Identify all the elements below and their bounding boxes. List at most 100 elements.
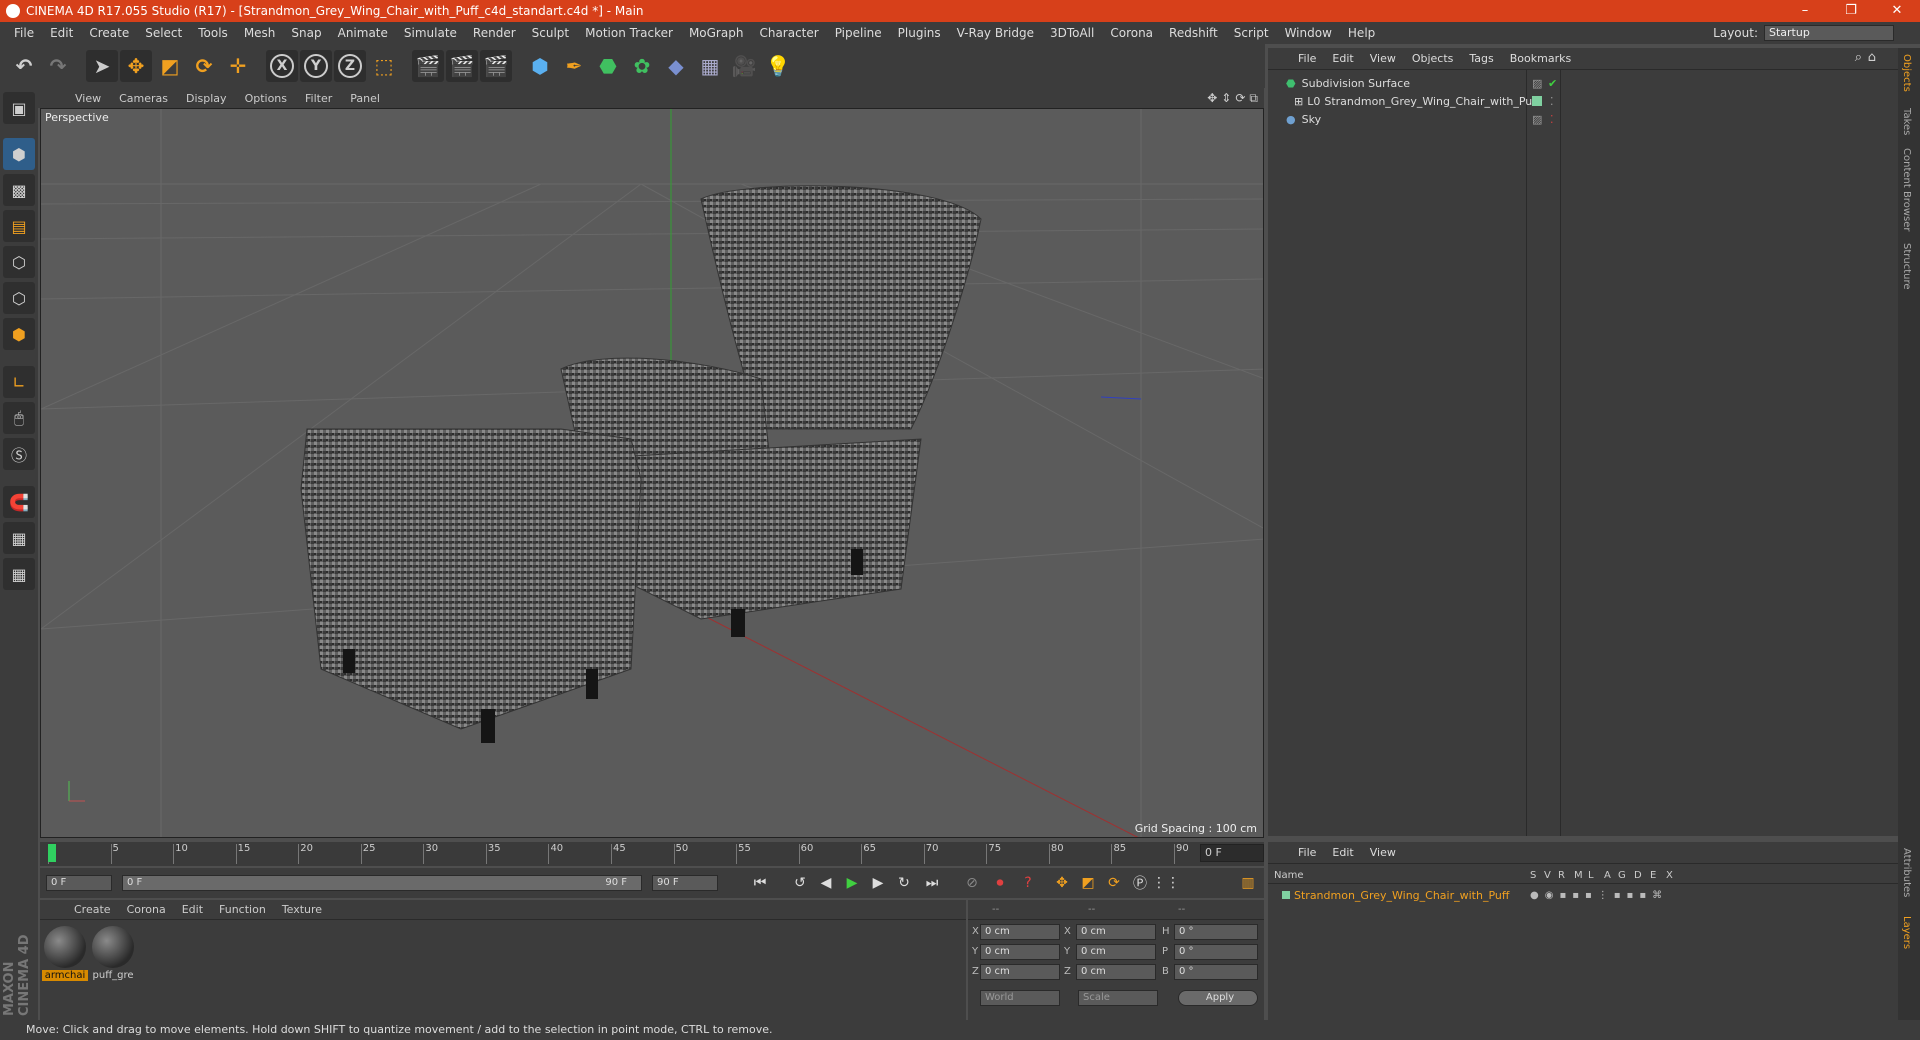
mat-menu-texture[interactable]: Texture: [274, 903, 330, 916]
object-row-subdivision[interactable]: ⬣ Subdivision Surface ▨ ✔: [1272, 74, 1892, 92]
layer-menu-view[interactable]: View: [1362, 846, 1404, 859]
coord-mode-select[interactable]: Scale: [1078, 990, 1158, 1006]
layer-menu-edit[interactable]: Edit: [1324, 846, 1361, 859]
start-frame-field[interactable]: 0 F: [46, 875, 112, 891]
select-tool-icon[interactable]: ➤: [86, 50, 118, 82]
key-scale-icon[interactable]: ◩: [1076, 871, 1100, 895]
mat-menu-create[interactable]: Create: [66, 903, 119, 916]
menu-3dtoall[interactable]: 3DToAll: [1042, 26, 1102, 40]
subdivision-icon[interactable]: ⬣: [592, 50, 624, 82]
menu-file[interactable]: File: [6, 26, 42, 40]
render-picture-viewer-icon[interactable]: 🎬: [446, 50, 478, 82]
vp-menu-panel[interactable]: Panel: [341, 92, 389, 105]
visibility-toggle-icon[interactable]: ▨: [1532, 113, 1542, 126]
menu-snap[interactable]: Snap: [283, 26, 329, 40]
key-param-icon[interactable]: Ⓟ: [1128, 871, 1152, 895]
position-y-field[interactable]: 0 cm: [980, 944, 1060, 960]
timeline-ruler[interactable]: 051015202530354045505560657075808590 0 F: [40, 842, 1264, 866]
vp-zoom-icon[interactable]: ⇕: [1221, 91, 1231, 106]
current-frame-field[interactable]: 0 F: [1200, 844, 1264, 862]
position-x-field[interactable]: 0 cm: [980, 924, 1060, 940]
rotation-p-field[interactable]: 0 °: [1174, 944, 1258, 960]
prev-key-icon[interactable]: ↺: [788, 871, 812, 895]
menu-simulate[interactable]: Simulate: [396, 26, 465, 40]
obj-menu-file[interactable]: File: [1290, 52, 1324, 65]
menu-edit[interactable]: Edit: [42, 26, 81, 40]
layer-flag-icons[interactable]: ●◉▪▪▪⋮▪▪▪⌘: [1530, 890, 1668, 901]
make-editable-icon[interactable]: ▣: [3, 92, 35, 124]
menu-window[interactable]: Window: [1277, 26, 1340, 40]
menu-create[interactable]: Create: [81, 26, 137, 40]
tab-structure[interactable]: Structure: [1901, 243, 1912, 290]
vp-menu-filter[interactable]: Filter: [296, 92, 341, 105]
y-axis-lock-button[interactable]: Y: [300, 50, 332, 82]
light-icon[interactable]: 💡: [762, 50, 794, 82]
menu-corona[interactable]: Corona: [1102, 26, 1161, 40]
points-mode-icon[interactable]: ⬡: [3, 246, 35, 278]
layer-row-chair[interactable]: Strandmon_Grey_Wing_Chair_with_Puff ●◉▪▪…: [1272, 886, 1892, 904]
layer-menu-file[interactable]: File: [1290, 846, 1324, 859]
vp-pan-icon[interactable]: ✥: [1207, 91, 1217, 106]
menu-sculpt[interactable]: Sculpt: [524, 26, 577, 40]
z-axis-lock-button[interactable]: Z: [334, 50, 366, 82]
key-move-icon[interactable]: ✥: [1050, 871, 1074, 895]
menu-animate[interactable]: Animate: [330, 26, 396, 40]
next-key-icon[interactable]: ↻: [892, 871, 916, 895]
tab-content-browser[interactable]: Content Browser: [1901, 148, 1912, 231]
key-pla-icon[interactable]: ⋮⋮: [1152, 871, 1180, 895]
menu-select[interactable]: Select: [137, 26, 190, 40]
position-z-field[interactable]: 0 cm: [980, 964, 1060, 980]
menu-plugins[interactable]: Plugins: [890, 26, 949, 40]
polygons-mode-icon[interactable]: ⬢: [3, 318, 35, 350]
perspective-viewport[interactable]: Perspective Grid Spacing : 100 cm: [40, 108, 1264, 838]
lock-workplane-icon[interactable]: ▦: [3, 522, 35, 554]
obj-menu-bookmarks[interactable]: Bookmarks: [1502, 52, 1579, 65]
redo-button[interactable]: ↷: [42, 50, 74, 82]
visibility-dots-icon[interactable]: ⁚: [1550, 113, 1554, 126]
vp-menu-display[interactable]: Display: [177, 92, 236, 105]
record-keys-disabled-icon[interactable]: ⊘: [960, 871, 984, 895]
vp-menu-options[interactable]: Options: [236, 92, 296, 105]
obj-menu-tags[interactable]: Tags: [1461, 52, 1501, 65]
goto-end-icon[interactable]: ⏭: [920, 871, 944, 895]
autokey-icon[interactable]: ?: [1016, 871, 1040, 895]
layer-color-swatch[interactable]: [1282, 891, 1290, 899]
rotate-tool-icon[interactable]: ⟳: [188, 50, 220, 82]
obj-menu-objects[interactable]: Objects: [1404, 52, 1462, 65]
coordinate-system-icon[interactable]: ⬚: [368, 50, 400, 82]
mat-menu-function[interactable]: Function: [211, 903, 274, 916]
move-tool-icon[interactable]: ✥: [120, 50, 152, 82]
snap-icon[interactable]: 🧲: [3, 486, 35, 518]
texture-mode-icon[interactable]: ▩: [3, 174, 35, 206]
menu-mograph[interactable]: MoGraph: [681, 26, 752, 40]
home-icon[interactable]: ⌂: [1868, 50, 1876, 65]
object-row-chair[interactable]: ⊞ L0 Strandmon_Grey_Wing_Chair_with_Puff…: [1272, 92, 1892, 110]
edges-mode-icon[interactable]: ⬡: [3, 282, 35, 314]
layout-select[interactable]: Startup: [1764, 25, 1894, 41]
puff-model[interactable]: [300, 428, 642, 743]
scale-tool-icon[interactable]: ◩: [154, 50, 186, 82]
render-view-icon[interactable]: 🎬: [412, 50, 444, 82]
menu-tools[interactable]: Tools: [190, 26, 236, 40]
layer-color-swatch[interactable]: [1532, 96, 1542, 106]
axis-mode-icon[interactable]: ∟: [3, 366, 35, 398]
next-frame-icon[interactable]: ▶: [866, 871, 890, 895]
solo-mode-icon[interactable]: Ⓢ: [3, 438, 35, 470]
apply-button[interactable]: Apply: [1178, 990, 1258, 1006]
size-y-field[interactable]: 0 cm: [1076, 944, 1156, 960]
undo-button[interactable]: ↶: [8, 50, 40, 82]
obj-menu-view[interactable]: View: [1362, 52, 1404, 65]
tab-takes[interactable]: Takes: [1901, 108, 1912, 135]
live-select-icon[interactable]: ✛: [222, 50, 254, 82]
camera-icon[interactable]: 🎥: [728, 50, 760, 82]
menu-render[interactable]: Render: [465, 26, 524, 40]
render-settings-icon[interactable]: 🎬: [480, 50, 512, 82]
key-rotate-icon[interactable]: ⟳: [1102, 871, 1126, 895]
close-button[interactable]: ✕: [1874, 0, 1920, 22]
mat-menu-corona[interactable]: Corona: [119, 903, 174, 916]
workplane-icon[interactable]: ▤: [3, 210, 35, 242]
expand-toggle-icon[interactable]: ⊞: [1294, 95, 1303, 108]
goto-start-icon[interactable]: ⏮: [748, 871, 772, 895]
playhead-marker[interactable]: [48, 844, 56, 862]
play-icon[interactable]: ▶: [840, 871, 864, 895]
